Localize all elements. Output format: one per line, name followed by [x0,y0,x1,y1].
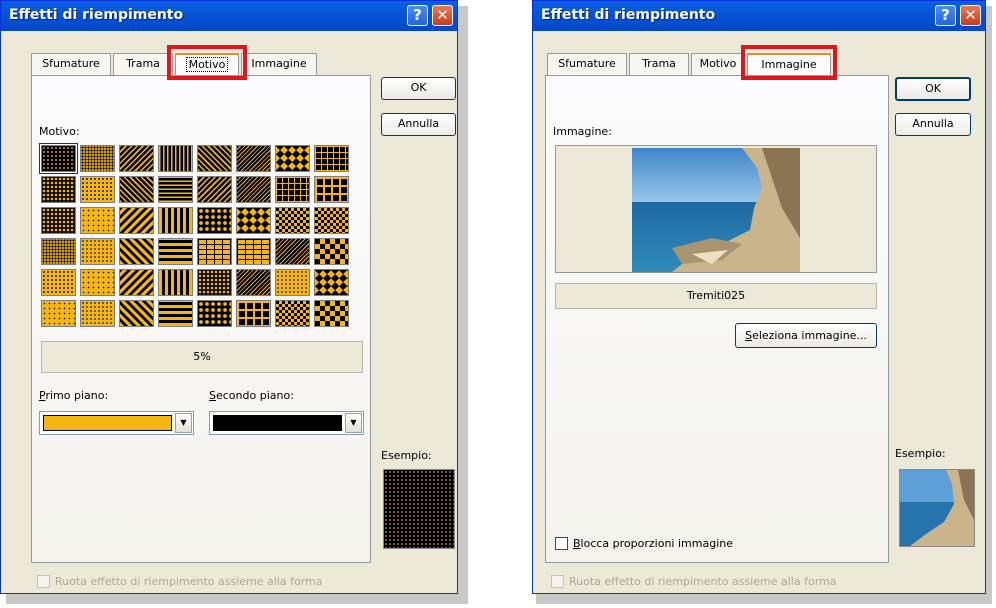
foreground-color-fill [43,415,172,431]
pattern-cell[interactable] [275,176,310,203]
pattern-cell[interactable] [314,269,349,296]
highlight-box [741,45,837,80]
chevron-down-icon[interactable]: ▼ [175,413,192,433]
left-title-bar[interactable]: Effetti di riempimento ? ✕ [1,1,457,31]
pattern-cell[interactable] [158,207,193,234]
pattern-cell[interactable] [158,269,193,296]
pattern-cell[interactable] [41,269,76,296]
rotate-label: Ruota effetto di riempimento assieme all… [569,575,837,588]
close-icon[interactable]: ✕ [432,5,453,26]
background-color-fill [213,415,342,431]
right-dialog: Effetti di riempimento ? ✕ Sfumature Tra… [532,0,986,594]
pattern-cell[interactable] [236,145,271,172]
pattern-cell[interactable] [119,207,154,234]
cancel-button[interactable]: Annulla [381,113,456,136]
pattern-cell[interactable] [197,238,232,265]
left-dialog-title: Effetti di riempimento [9,7,184,23]
pattern-cell[interactable] [119,176,154,203]
background-label: Secondo piano: [209,389,294,402]
foreground-color-picker[interactable]: ▼ [39,411,194,435]
pattern-cell[interactable] [236,238,271,265]
tab-sfumature[interactable]: Sfumature [31,53,111,75]
sample-preview [383,469,455,549]
pattern-cell[interactable] [80,145,115,172]
pattern-cell[interactable] [158,176,193,203]
pattern-grid [39,143,349,327]
sample-photo [900,470,974,546]
lock-ratio-label: Blocca proporzioni immagine [573,537,733,550]
pattern-cell[interactable] [158,300,193,327]
pattern-cell[interactable] [236,176,271,203]
picture-label: Immagine: [553,125,612,138]
pattern-cell[interactable] [275,238,310,265]
pattern-cell[interactable] [80,269,115,296]
pattern-cell[interactable] [314,176,349,203]
pattern-cell[interactable] [197,176,232,203]
pattern-cell[interactable] [197,145,232,172]
pattern-cell[interactable] [41,176,76,203]
pattern-cell[interactable] [80,300,115,327]
pattern-cell[interactable] [41,238,76,265]
help-icon[interactable]: ? [935,5,956,26]
tab-sfumature[interactable]: Sfumature [547,53,627,75]
pattern-cell[interactable] [119,145,154,172]
pattern-cell[interactable] [314,145,349,172]
pattern-cell[interactable] [275,300,310,327]
pattern-cell[interactable] [275,207,310,234]
pattern-label: Motivo: [39,125,80,138]
pattern-cell[interactable] [197,207,232,234]
cancel-button[interactable]: Annulla [895,113,971,136]
lock-ratio-checkbox[interactable] [555,537,568,550]
pattern-cell[interactable] [80,207,115,234]
pattern-cell[interactable] [119,300,154,327]
foreground-label: Primo piano: [39,389,109,402]
pattern-cell[interactable] [39,143,78,174]
left-dialog: Effetti di riempimento ? ✕ Sfumature Tra… [0,0,458,594]
tab-trama[interactable]: Trama [629,53,689,75]
pattern-cell[interactable] [275,269,310,296]
tab-immagine[interactable]: Immagine [241,53,317,75]
rotate-checkbox[interactable] [551,575,564,588]
select-picture-button[interactable]: Seleziona immagine... [735,323,877,348]
right-title-bar[interactable]: Effetti di riempimento ? ✕ [533,1,985,31]
picture-name-display: Tremiti025 [555,283,877,309]
pattern-cell[interactable] [236,207,271,234]
help-icon[interactable]: ? [407,5,428,26]
picture-preview-frame [555,145,877,273]
pattern-cell[interactable] [119,238,154,265]
seaside-photo [632,148,800,272]
pattern-cell[interactable] [158,145,193,172]
pattern-cell[interactable] [197,300,232,327]
pattern-cell[interactable] [236,269,271,296]
pattern-cell[interactable] [158,238,193,265]
pattern-cell[interactable] [314,207,349,234]
pattern-cell[interactable] [314,238,349,265]
pattern-cell[interactable] [197,269,232,296]
ok-button[interactable]: OK [381,77,456,100]
pattern-name-display: 5% [41,341,363,373]
tab-motivo[interactable]: Motivo [691,53,745,75]
close-icon[interactable]: ✕ [960,5,981,26]
chevron-down-icon[interactable]: ▼ [345,413,362,433]
tab-trama[interactable]: Trama [113,53,173,75]
rotate-checkbox[interactable] [37,575,50,588]
sample-label: Esempio: [381,449,432,462]
highlight-box [167,45,247,80]
pattern-cell[interactable] [80,176,115,203]
sample-preview [899,469,975,547]
pattern-cell[interactable] [80,238,115,265]
pattern-cell[interactable] [41,207,76,234]
rotate-label: Ruota effetto di riempimento assieme all… [55,575,323,588]
sample-label: Esempio: [895,447,946,460]
background-color-picker[interactable]: ▼ [209,411,364,435]
pattern-cell[interactable] [41,300,76,327]
pattern-cell[interactable] [314,300,349,327]
pattern-cell[interactable] [119,269,154,296]
right-dialog-title: Effetti di riempimento [541,7,716,23]
pattern-cell[interactable] [275,145,310,172]
ok-button[interactable]: OK [895,77,971,101]
picture-preview [632,148,800,272]
pattern-cell[interactable] [236,300,271,327]
